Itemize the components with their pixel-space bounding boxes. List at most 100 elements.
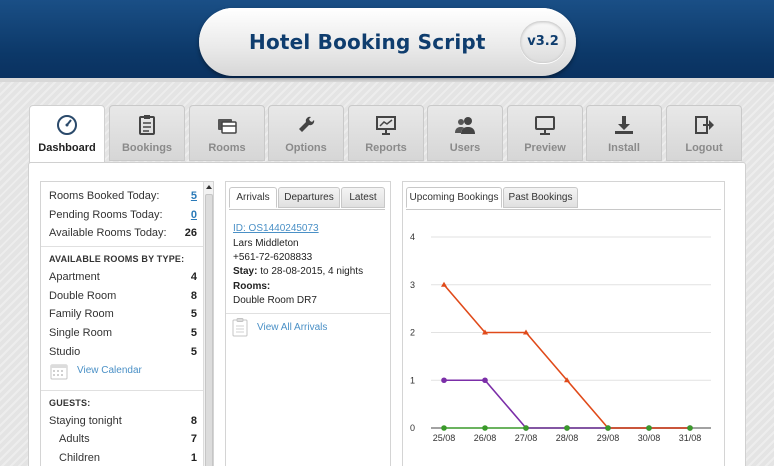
room-type-row: Studio 5 xyxy=(49,343,197,361)
available-by-type-heading: AVAILABLE ROOMS BY TYPE: xyxy=(49,254,185,264)
tab-rooms[interactable]: Rooms xyxy=(189,105,265,161)
data-point xyxy=(687,425,693,431)
pending-rooms-value[interactable]: 0 xyxy=(191,206,197,224)
tab-preview[interactable]: Preview xyxy=(507,105,583,161)
pending-rooms-today: Pending Rooms Today: 0 xyxy=(49,206,197,224)
logo[interactable]: Hotel Booking Script v3.2 xyxy=(199,8,576,76)
tab-arrivals[interactable]: Arrivals xyxy=(229,187,277,208)
y-tick-label: 0 xyxy=(410,423,415,433)
tab-label: Reports xyxy=(365,142,407,154)
summary-scrollbar[interactable] xyxy=(203,182,213,466)
staying-tonight-label: Staying tonight xyxy=(49,415,122,427)
monitor-icon xyxy=(535,116,555,135)
wrench-icon xyxy=(299,116,315,132)
scroll-thumb[interactable] xyxy=(205,194,213,466)
stay-value: to 28-08-2015, 4 nights xyxy=(260,266,364,277)
tab-label: Options xyxy=(285,142,327,154)
rooms-booked-value[interactable]: 5 xyxy=(191,187,197,205)
tab-users[interactable]: Users xyxy=(427,105,503,161)
room-type-label: Apartment xyxy=(49,271,100,283)
available-rooms-today: Available Rooms Today: 26 xyxy=(49,224,197,242)
room-type-row: Double Room 8 xyxy=(49,287,197,305)
room-type-label: Double Room xyxy=(49,289,117,302)
y-tick-label: 4 xyxy=(410,232,415,242)
rooms-booked-today: Rooms Booked Today: 5 xyxy=(49,187,197,205)
data-point xyxy=(564,425,570,431)
stay-label: Stay: xyxy=(233,266,258,277)
calendar-icon xyxy=(50,364,68,380)
upcoming-bookings-chart: 0 1 2 3 4 25/08 26/08 27/08 28/08 29/08 30/08 31/08 xyxy=(410,232,711,443)
clipboard-icon xyxy=(139,115,155,135)
tab-label: Users xyxy=(449,142,481,154)
arrival-phone: +561-72-6208833 xyxy=(233,252,313,263)
arrival-guest-name: Lars Middleton xyxy=(233,238,299,249)
room-type-count: 8 xyxy=(190,289,197,302)
pending-rooms-label: Pending Rooms Today: xyxy=(49,209,163,221)
tab-options[interactable]: Options xyxy=(268,105,344,161)
download-icon xyxy=(615,116,633,134)
arrival-rooms-label: Rooms: xyxy=(233,279,270,294)
children-label: Children xyxy=(59,452,100,464)
tab-latest[interactable]: Latest xyxy=(341,187,385,208)
y-tick-label: 1 xyxy=(410,375,415,385)
x-tick-label: 28/08 xyxy=(556,433,579,443)
adults-value: 7 xyxy=(190,433,197,445)
divider xyxy=(41,246,203,247)
room-type-label: Family Room xyxy=(49,308,114,321)
tab-label: Rooms xyxy=(208,142,246,154)
room-type-label: Studio xyxy=(49,345,81,358)
data-point xyxy=(482,377,488,384)
data-point xyxy=(646,425,652,431)
staying-tonight: Staying tonight 8 xyxy=(49,412,197,430)
app-title: Hotel Booking Script xyxy=(249,30,486,54)
users-icon xyxy=(455,117,475,134)
arrival-rooms-value: Double Room DR7 xyxy=(233,295,317,306)
y-tick-label: 3 xyxy=(410,280,415,290)
view-calendar-text: View Calendar xyxy=(77,365,142,376)
tab-label: Install xyxy=(608,142,640,154)
divider xyxy=(226,313,390,314)
x-tick-label: 31/08 xyxy=(679,433,702,443)
rooms-booked-label: Rooms Booked Today: xyxy=(49,190,160,202)
room-type-count: 5 xyxy=(190,308,197,321)
tab-dashboard[interactable]: Dashboard xyxy=(29,105,105,163)
tab-install[interactable]: Install xyxy=(586,105,662,161)
summary-column: Rooms Booked Today: 5 Pending Rooms Toda… xyxy=(40,181,214,466)
available-rooms-value: 26 xyxy=(184,227,197,239)
bookings-chart-panel: Upcoming Bookings Past Bookings 0 1 2 3 4 25/… xyxy=(402,181,725,466)
tab-label: Dashboard xyxy=(38,142,96,154)
app-header: Hotel Booking Script v3.2 xyxy=(0,0,774,82)
tab-label: Logout xyxy=(685,142,723,154)
series-line xyxy=(443,284,690,429)
room-type-count: 5 xyxy=(190,345,197,358)
tab-bookings[interactable]: Bookings xyxy=(109,105,185,161)
room-type-row: Single Room 5 xyxy=(49,324,197,342)
tab-departures[interactable]: Departures xyxy=(278,187,340,208)
data-point xyxy=(441,377,447,384)
tab-logout[interactable]: Logout xyxy=(666,105,742,161)
arrival-id-link[interactable]: ID: OS1440245073 xyxy=(233,221,319,236)
gauge-icon xyxy=(57,115,77,135)
staying-tonight-value: 8 xyxy=(190,415,197,427)
tab-label: Preview xyxy=(524,142,566,154)
children-row: Children 1 xyxy=(59,449,197,466)
adults-row: Adults 7 xyxy=(59,430,197,448)
series-line xyxy=(444,379,690,429)
subtab-baseline xyxy=(229,209,385,210)
data-point xyxy=(605,425,611,431)
y-tick-label: 2 xyxy=(410,328,415,338)
divider xyxy=(41,390,203,391)
scroll-up-arrow-icon[interactable] xyxy=(206,185,212,189)
version-badge: v3.2 xyxy=(520,21,566,63)
room-type-row: Family Room 5 xyxy=(49,305,197,323)
data-point xyxy=(523,425,529,431)
available-rooms-label: Available Rooms Today: xyxy=(49,227,167,239)
tab-label: Bookings xyxy=(121,142,173,154)
room-type-count: 4 xyxy=(190,271,197,283)
guests-heading: GUESTS: xyxy=(49,398,91,408)
clipboard-icon xyxy=(232,318,248,337)
arrival-stay: Stay: to 28-08-2015, 4 nights xyxy=(233,264,363,279)
rooms-label: Rooms: xyxy=(233,281,271,292)
room-type-row: Apartment 4 xyxy=(49,268,197,286)
tab-reports[interactable]: Reports xyxy=(348,105,424,161)
